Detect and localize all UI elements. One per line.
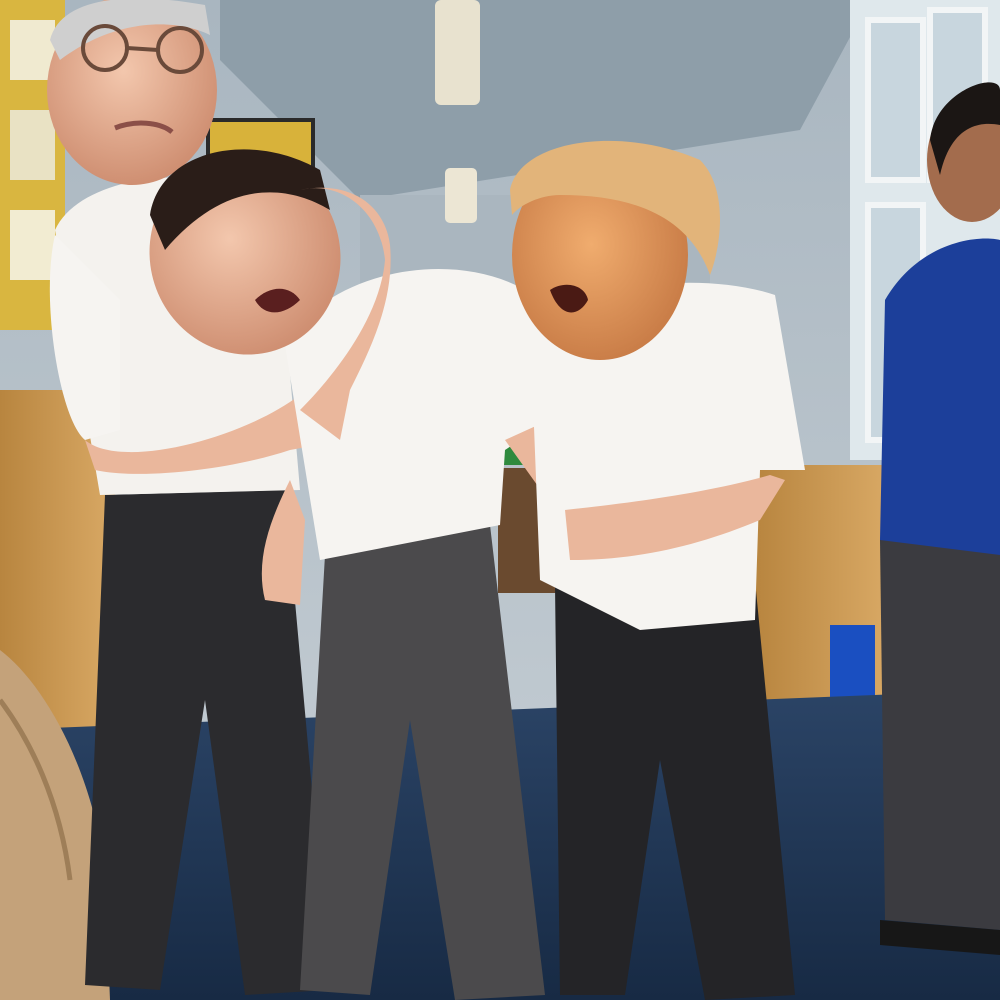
ceiling-light [435, 0, 480, 105]
ceiling-light-far [445, 168, 477, 223]
photo-illustration [0, 0, 1000, 1000]
photo-scene [0, 0, 1000, 1000]
